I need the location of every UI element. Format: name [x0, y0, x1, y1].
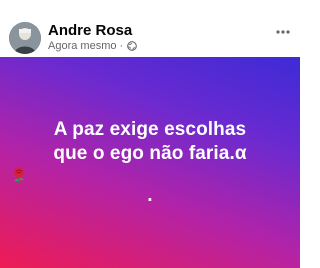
- avatar-photo: [9, 22, 41, 54]
- rose-icon: [10, 166, 28, 184]
- post-text-line1: A paz exige escolhas: [53, 118, 247, 140]
- more-options-button[interactable]: [270, 25, 296, 39]
- post-text-line2-end: .: [147, 184, 153, 206]
- author-avatar[interactable]: [9, 22, 41, 54]
- post-text-line2-main: que o ego não faria.α: [53, 142, 247, 164]
- post-meta: Agora mesmo ·: [48, 40, 138, 52]
- more-options-icon: [276, 30, 290, 34]
- facebook-post: Andre Rosa Agora mesmo · A paz exige esc…: [0, 0, 300, 268]
- globe-icon[interactable]: [127, 41, 138, 51]
- author-name[interactable]: Andre Rosa: [48, 22, 132, 39]
- post-timestamp[interactable]: Agora mesmo: [48, 40, 116, 52]
- post-text-line2: que o ego não faria.α .: [10, 142, 290, 208]
- post-background[interactable]: A paz exige escolhas que o ego não faria…: [0, 57, 300, 268]
- post-text: A paz exige escolhas que o ego não faria…: [10, 118, 290, 208]
- meta-separator: ·: [119, 40, 124, 52]
- post-header: Andre Rosa Agora mesmo ·: [0, 0, 300, 57]
